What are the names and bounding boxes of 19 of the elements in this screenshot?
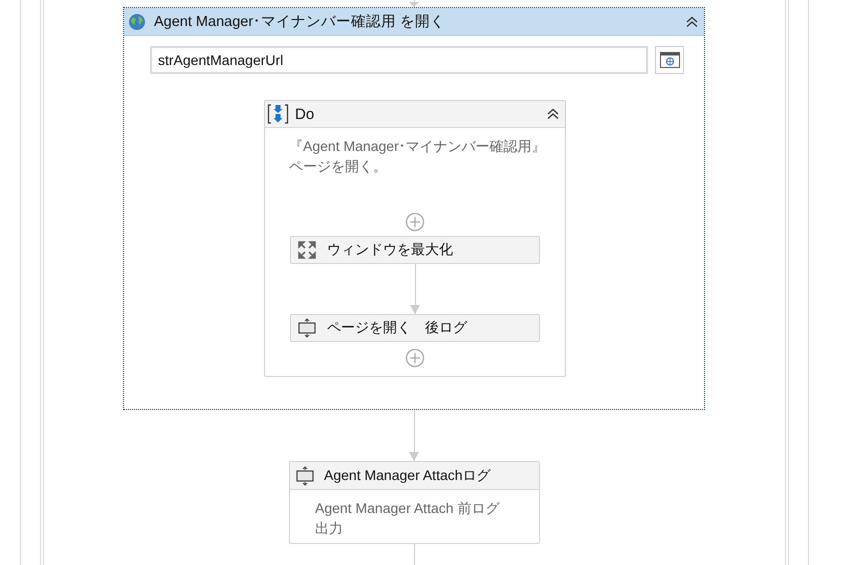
url-field[interactable]: strAgentManagerUrl — [150, 46, 648, 74]
log-icon — [297, 318, 317, 338]
annotation-text: Agent Manager Attach 前ログ 出力 — [315, 499, 501, 538]
annotation-text: 『Agent Manager･マイナンバー確認用』 ページを開く。 — [289, 137, 546, 176]
sequence-title: Do — [295, 106, 316, 122]
activity-block[interactable]: ページを開く 後ログ — [290, 314, 540, 342]
activity-title: Agent Manager Attachログ — [324, 466, 491, 484]
maximize-icon — [297, 240, 317, 260]
scope-title: Agent Manager･マイナンバー確認用 を開く — [154, 13, 446, 31]
collapse-icon[interactable] — [686, 16, 698, 28]
sequence-icon — [267, 104, 289, 124]
log-icon — [295, 466, 315, 486]
scope-activity[interactable]: Agent Manager･マイナンバー確認用 を開く strAgentManagerUrl Do 『Agent Manager･マイナンバー確認用』 ページを開く。 ウィンドウを最大化 ページを開く 後ログ — [123, 7, 705, 410]
browser-button[interactable] — [655, 46, 684, 74]
globe-icon — [128, 12, 146, 30]
collapse-icon[interactable] — [547, 108, 559, 120]
activity-card[interactable]: Agent Manager Attachログ Agent Manager Attach 前ログ 出力 — [289, 461, 540, 544]
activity-block[interactable]: ウィンドウを最大化 — [290, 236, 540, 264]
sequence-activity[interactable]: Do 『Agent Manager･マイナンバー確認用』 ページを開く。 ウィンドウを最大化 ページを開く 後ログ — [264, 100, 566, 377]
